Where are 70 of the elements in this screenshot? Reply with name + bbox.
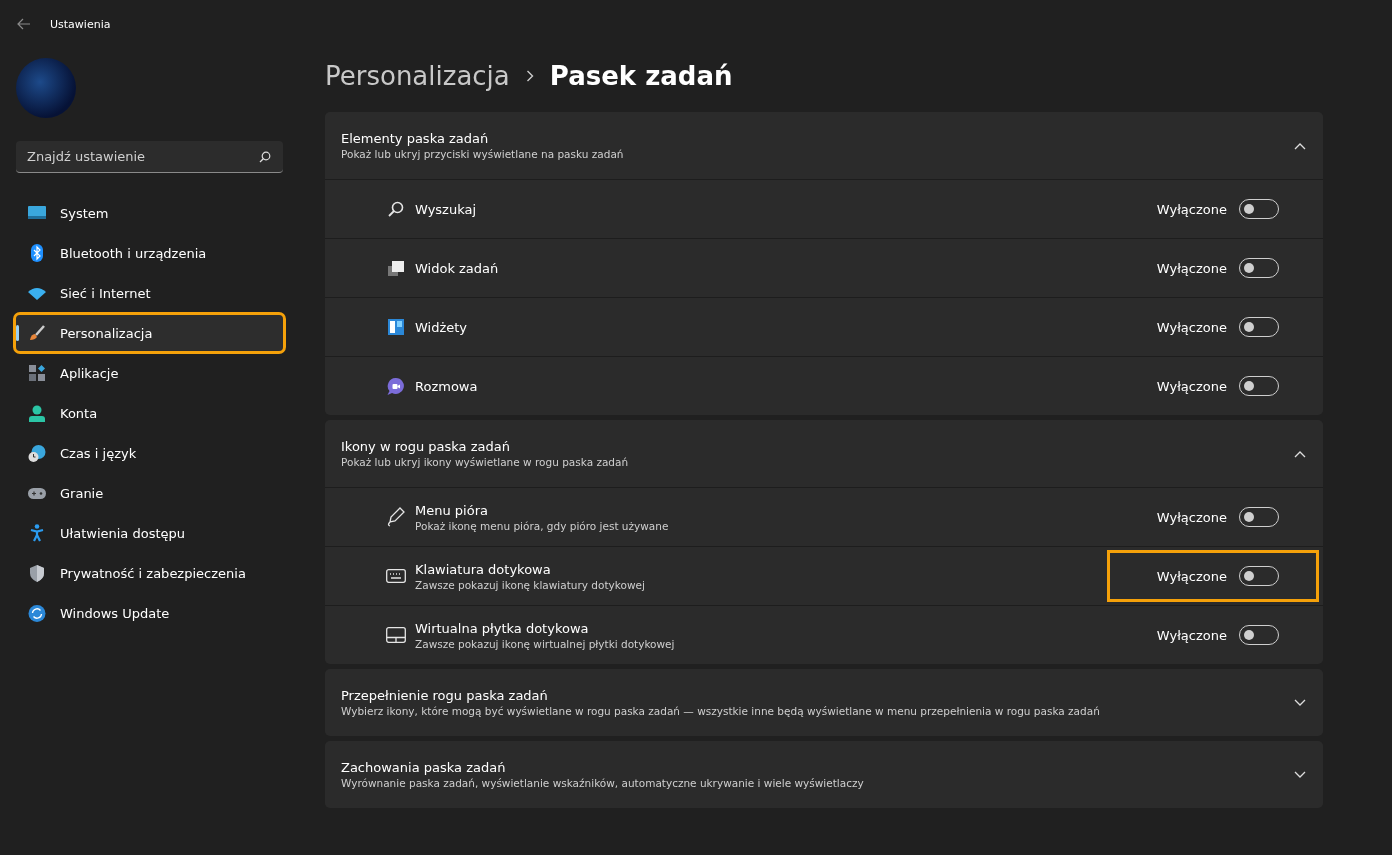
keyboard-icon bbox=[386, 569, 406, 583]
setting-label: Menu pióra bbox=[415, 502, 489, 518]
sidebar-item[interactable]: System bbox=[16, 195, 283, 231]
setting-description: Zawsze pokazuj ikonę wirtualnej płytki dotykowej bbox=[415, 637, 676, 650]
person-icon bbox=[28, 404, 46, 422]
section-description: Pokaż lub ukryj ikony wyświetlane w rogu paska zadań bbox=[341, 456, 630, 468]
setting-label: Widżety bbox=[415, 319, 469, 335]
sidebar-item[interactable]: Personalizacja bbox=[16, 315, 283, 351]
update-icon bbox=[28, 604, 46, 622]
sidebar-item[interactable]: Ułatwienia dostępu bbox=[16, 515, 283, 551]
section-header[interactable]: Ikony w rogu paska zadań Pokaż lub ukryj ikony wyświetlane w rogu paska zadań bbox=[325, 420, 1323, 487]
chevron-down-icon bbox=[1294, 698, 1306, 707]
window-title: Ustawienia bbox=[50, 17, 111, 31]
stacked-squares-icon bbox=[386, 260, 406, 276]
bluetooth-icon bbox=[28, 244, 46, 262]
sidebar-item[interactable]: Aplikacje bbox=[16, 355, 283, 391]
chevron-up-icon bbox=[1294, 141, 1306, 150]
section-header[interactable]: Elementy paska zadań Pokaż lub ukryj przyciski wyświetlane na pasku zadań bbox=[325, 112, 1323, 179]
toggle-state-text: Wyłączone bbox=[1156, 260, 1227, 276]
section-title: Elementy paska zadań bbox=[341, 131, 490, 146]
toggle-state-text: Wyłączone bbox=[1156, 319, 1227, 335]
search-icon bbox=[386, 201, 406, 217]
touchpad-icon bbox=[386, 627, 406, 643]
search-field[interactable]: Znajdź ustawienie bbox=[16, 141, 283, 173]
section-description: Wybierz ikony, które mogą być wyświetlane w rogu paska zadań — wszystkie inne będą wyświetlane w menu przepełnienia w rogu paska zadań bbox=[341, 705, 1101, 717]
back-arrow-icon[interactable] bbox=[17, 18, 31, 30]
section-description: Pokaż lub ukryj przyciski wyświetlane na pasku zadań bbox=[341, 148, 625, 160]
toggle-state-text: Wyłączone bbox=[1156, 568, 1227, 584]
section-title: Przepełnienie rogu paska zadań bbox=[341, 688, 549, 703]
setting-label: Widok zadań bbox=[415, 260, 500, 276]
shield-icon bbox=[28, 564, 46, 582]
wifi-icon bbox=[28, 286, 46, 300]
setting-label: Rozmowa bbox=[415, 378, 479, 394]
sidebar-item[interactable]: Konta bbox=[16, 395, 283, 431]
section-title: Zachowania paska zadań bbox=[341, 760, 507, 775]
chevron-up-icon bbox=[1294, 449, 1306, 458]
search-icon bbox=[259, 151, 271, 163]
sidebar-item[interactable]: Sieć i Internet bbox=[16, 275, 283, 311]
apps-icon bbox=[28, 365, 46, 381]
chevron-down-icon bbox=[1294, 770, 1306, 779]
breadcrumb-link[interactable]: Personalizacja bbox=[325, 61, 510, 91]
gamepad-icon bbox=[28, 486, 46, 500]
section-title: Ikony w rogu paska zadań bbox=[341, 439, 511, 454]
setting-label: Wirtualna płytka dotykowa bbox=[415, 620, 590, 636]
sidebar-item[interactable]: Windows Update bbox=[16, 595, 283, 631]
avatar-picture bbox=[16, 58, 76, 118]
monitor-icon bbox=[28, 206, 46, 220]
toggle-state-text: Wyłączone bbox=[1156, 509, 1227, 525]
setting-label: Wyszukaj bbox=[415, 201, 478, 217]
sidebar-item[interactable]: Czas i język bbox=[16, 435, 283, 471]
section-header[interactable]: Przepełnienie rogu paska zadań Wybierz ikony, które mogą być wyświetlane w rogu paska zadań — wszystkie inne będą wyświetlane w menu przepełnienia w rogu paska zadań bbox=[325, 669, 1323, 736]
widgets-icon bbox=[386, 319, 406, 335]
brush-icon bbox=[28, 325, 46, 341]
chevron-right-icon bbox=[525, 70, 534, 82]
toggle-state-text: Wyłączone bbox=[1156, 378, 1227, 394]
toggle-state-text: Wyłączone bbox=[1156, 627, 1227, 643]
globe-clock-icon bbox=[28, 444, 46, 462]
sidebar-item[interactable]: Prywatność i zabezpieczenia bbox=[16, 555, 283, 591]
setting-description: Pokaż ikonę menu pióra, gdy pióro jest używane bbox=[415, 519, 670, 532]
page-title: Pasek zadań bbox=[549, 61, 733, 91]
accessibility-icon bbox=[28, 524, 46, 542]
pen-icon bbox=[386, 507, 406, 527]
setting-label: Klawiatura dotykowa bbox=[415, 561, 552, 577]
section-description: Wyrównanie paska zadań, wyświetlanie wskaźników, automatyczne ukrywanie i wiele wyświetlaczy bbox=[341, 777, 865, 789]
sidebar-item[interactable]: Bluetooth i urządzenia bbox=[16, 235, 283, 271]
setting-description: Zawsze pokazuj ikonę klawiatury dotykowej bbox=[415, 578, 646, 591]
toggle-state-text: Wyłączone bbox=[1156, 201, 1227, 217]
section-header[interactable]: Zachowania paska zadań Wyrównanie paska zadań, wyświetlanie wskaźników, automatyczne ukrywanie i wiele wyświetlaczy bbox=[325, 741, 1323, 808]
chat-bubble-icon bbox=[386, 377, 406, 395]
sidebar-item[interactable]: Granie bbox=[16, 475, 283, 511]
